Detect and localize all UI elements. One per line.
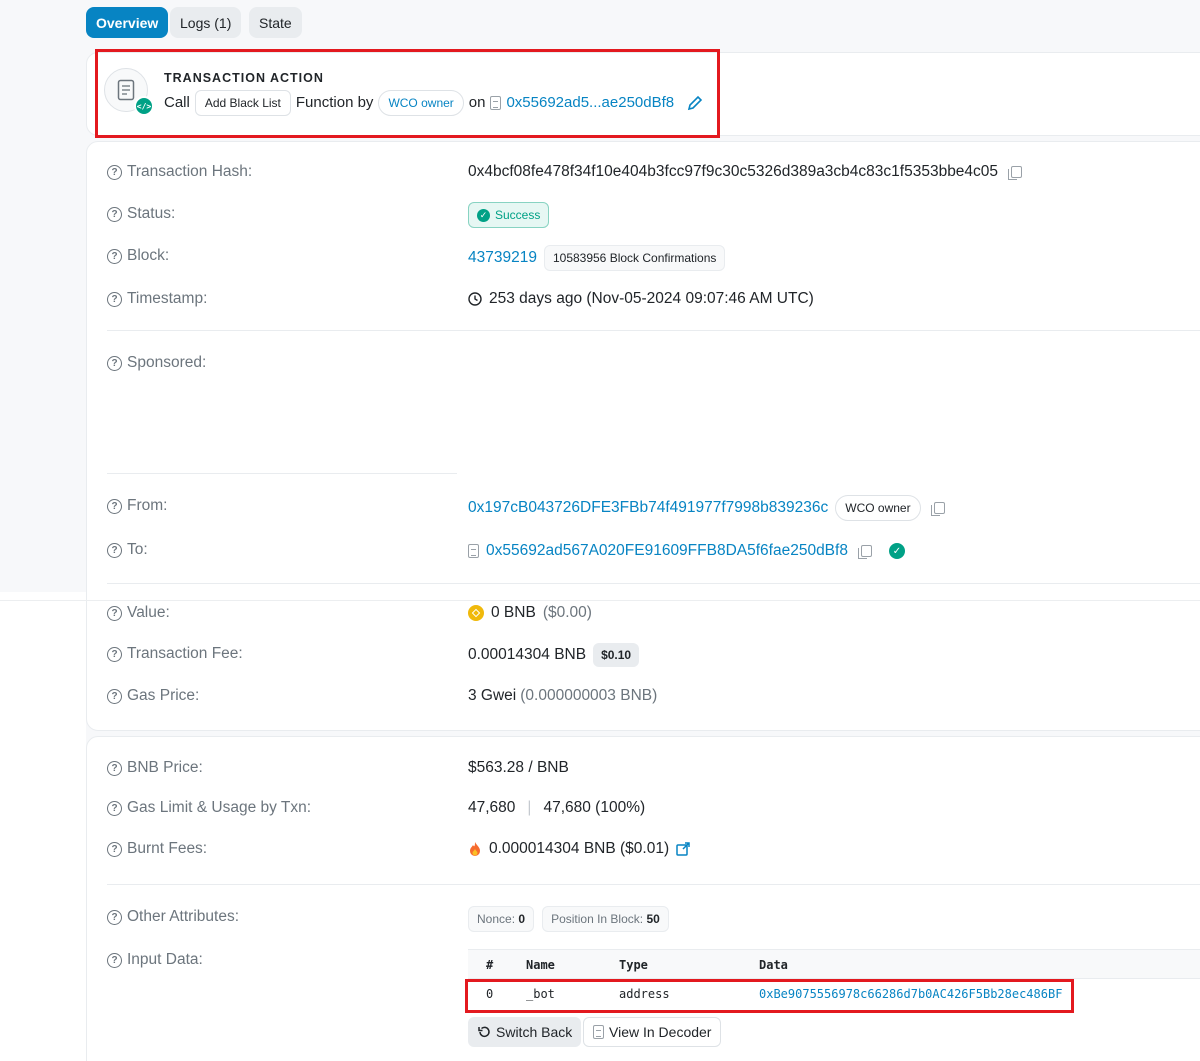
tx-hash-value: 0x4bcf08fe478f34f10e404b3fcc97f9c30c5326…	[468, 163, 1023, 181]
burnt-fees-value: 0.000014304 BNB ($0.01)	[468, 840, 690, 858]
sponsored-label: ? Sponsored:	[107, 354, 206, 372]
check-icon: ✓	[477, 208, 490, 222]
fire-icon	[470, 842, 480, 856]
input-table-header: # Name Type Data	[468, 949, 1200, 979]
to-address-link[interactable]: 0x55692ad567A020FE91609FFB8DA5f6fae250dB…	[486, 542, 848, 560]
bnb-price-value: $563.28 / BNB	[468, 759, 569, 776]
help-icon: ?	[107, 646, 122, 662]
from-tag-badge: WCO owner	[835, 495, 921, 521]
fee-label: ? Transaction Fee:	[107, 645, 243, 663]
copy-icon[interactable]	[1008, 166, 1023, 180]
help-icon: ?	[107, 841, 122, 857]
view-in-decoder-button[interactable]: View In Decoder	[583, 1017, 722, 1047]
details-card	[86, 141, 1200, 731]
bnb-price-label: ? BNB Price:	[107, 759, 203, 777]
from-value: 0x197cB043726DFE3FBb74f491977f7998b83923…	[468, 495, 945, 521]
gas-price-value: 3 Gwei (0.000000003 BNB)	[468, 687, 658, 704]
block-label: ? Block:	[107, 247, 169, 265]
highlight-input-row	[465, 979, 1074, 1013]
status-label: ? Status:	[107, 205, 175, 223]
other-attributes-value: Nonce: 0 Position In Block: 50	[468, 906, 669, 932]
help-icon: ?	[107, 248, 122, 264]
fee-value: 0.00014304 BNB $0.10	[468, 643, 640, 667]
value-value: 0 BNB ($0.00)	[468, 604, 592, 622]
block-value: 43739219 10583956 Block Confirmations	[468, 245, 726, 271]
burnt-fees-label: ? Burnt Fees:	[107, 840, 207, 858]
status-badge: ✓ Success	[468, 202, 550, 228]
help-icon: ?	[107, 164, 122, 180]
help-icon: ?	[107, 498, 122, 514]
tab-overview[interactable]: Overview	[86, 7, 169, 38]
verified-icon: ✓	[888, 543, 905, 559]
highlight-action-box	[95, 49, 720, 138]
help-icon: ?	[107, 605, 122, 621]
tab-state[interactable]: State	[249, 7, 302, 38]
confirmations-badge: 10583956 Block Confirmations	[543, 245, 726, 271]
from-address-link[interactable]: 0x197cB043726DFE3FBb74f491977f7998b83923…	[468, 499, 828, 517]
bnb-icon	[468, 605, 484, 621]
help-icon: ?	[107, 542, 122, 558]
other-attributes-label: ? Other Attributes:	[107, 908, 239, 926]
tab-logs[interactable]: Logs (1)	[170, 7, 242, 38]
help-icon: ?	[107, 760, 122, 776]
copy-icon[interactable]	[857, 545, 872, 559]
timestamp-value: 253 days ago (Nov-05-2024 09:07:46 AM UT…	[468, 290, 814, 308]
contract-file-icon	[468, 544, 479, 558]
help-icon: ?	[107, 909, 122, 925]
to-value: 0x55692ad567A020FE91609FFB8DA5f6fae250dB…	[468, 542, 905, 560]
undo-icon	[478, 1026, 490, 1038]
status-value: ✓ Success	[468, 202, 550, 228]
position-badge: Position In Block: 50	[542, 906, 669, 932]
page-seam	[0, 592, 86, 1061]
external-link-icon[interactable]	[676, 842, 690, 856]
tx-hash-label: ? Transaction Hash:	[107, 163, 252, 181]
block-link[interactable]: 43739219	[468, 249, 537, 267]
file-icon	[593, 1025, 604, 1039]
fee-usd-badge: $0.10	[593, 643, 640, 667]
timestamp-label: ? Timestamp:	[107, 290, 207, 308]
help-icon: ?	[107, 291, 122, 307]
clock-icon	[468, 292, 482, 306]
from-label: ? From:	[107, 497, 167, 515]
help-icon: ?	[107, 355, 122, 371]
copy-icon[interactable]	[930, 502, 945, 516]
help-icon: ?	[107, 952, 122, 968]
help-icon: ?	[107, 688, 122, 704]
input-data-label: ? Input Data:	[107, 951, 203, 969]
value-label: ? Value:	[107, 604, 170, 622]
gas-limit-value: 47,680 | 47,680 (100%)	[468, 799, 646, 816]
help-icon: ?	[107, 800, 122, 816]
gas-price-label: ? Gas Price:	[107, 687, 199, 705]
help-icon: ?	[107, 206, 122, 222]
nonce-badge: Nonce: 0	[468, 906, 535, 932]
switch-back-button[interactable]: Switch Back	[468, 1017, 582, 1047]
gas-limit-label: ? Gas Limit & Usage by Txn:	[107, 799, 311, 817]
to-label: ? To:	[107, 541, 148, 559]
